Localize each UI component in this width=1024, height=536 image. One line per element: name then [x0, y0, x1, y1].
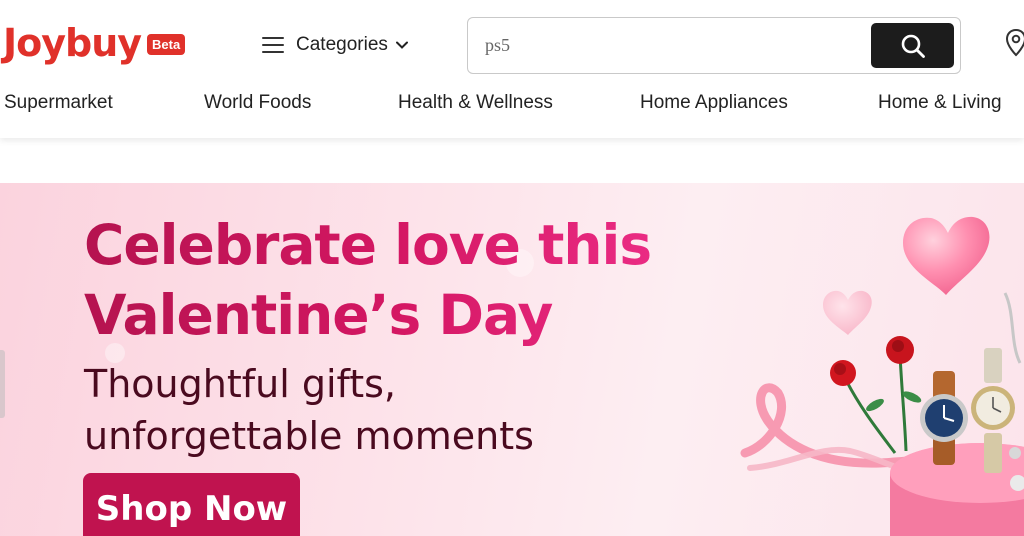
nav-item-world-foods[interactable]: World Foods — [204, 92, 311, 114]
location-pin-icon[interactable] — [1004, 28, 1024, 58]
heart-large-icon — [903, 216, 990, 295]
categories-menu-button[interactable]: Categories — [262, 30, 408, 60]
top-header: Joybuy Beta Categories Supermarket World… — [0, 0, 1024, 138]
hero-headline: Celebrate love this Valentine’s Day — [84, 210, 651, 350]
search-bar — [467, 17, 961, 74]
search-input[interactable] — [468, 18, 871, 73]
hero-subheadline-line1: Thoughtful gifts, — [84, 362, 396, 406]
search-icon — [901, 34, 925, 58]
hero-headline-line1: Celebrate love this — [84, 213, 652, 277]
category-nav: Supermarket World Foods Health & Wellnes… — [0, 92, 1024, 122]
nav-item-supermarket[interactable]: Supermarket — [4, 92, 113, 114]
valentines-hero-banner[interactable]: Celebrate love this Valentine’s Day Thou… — [0, 183, 1024, 536]
heart-small-icon — [823, 290, 872, 335]
nav-item-home-appliances[interactable]: Home Appliances — [640, 92, 788, 114]
joybuy-logo[interactable]: Joybuy Beta — [3, 18, 186, 68]
hamburger-icon — [262, 37, 284, 53]
hero-headline-line2: Valentine’s Day — [84, 283, 553, 347]
nav-item-health-wellness[interactable]: Health & Wellness — [398, 92, 553, 114]
hero-subheadline: Thoughtful gifts, unforgettable moments — [84, 358, 534, 462]
logo-wordmark: Joybuy — [3, 21, 142, 65]
categories-label: Categories — [296, 34, 388, 55]
search-button[interactable] — [871, 23, 954, 68]
beta-badge: Beta — [147, 33, 186, 55]
nav-item-home-living[interactable]: Home & Living — [878, 92, 1002, 114]
hero-subheadline-line2: unforgettable moments — [84, 414, 534, 458]
carousel-side-handle[interactable] — [0, 350, 5, 418]
chevron-down-icon — [395, 41, 408, 49]
shop-now-button[interactable]: Shop Now — [83, 473, 300, 536]
